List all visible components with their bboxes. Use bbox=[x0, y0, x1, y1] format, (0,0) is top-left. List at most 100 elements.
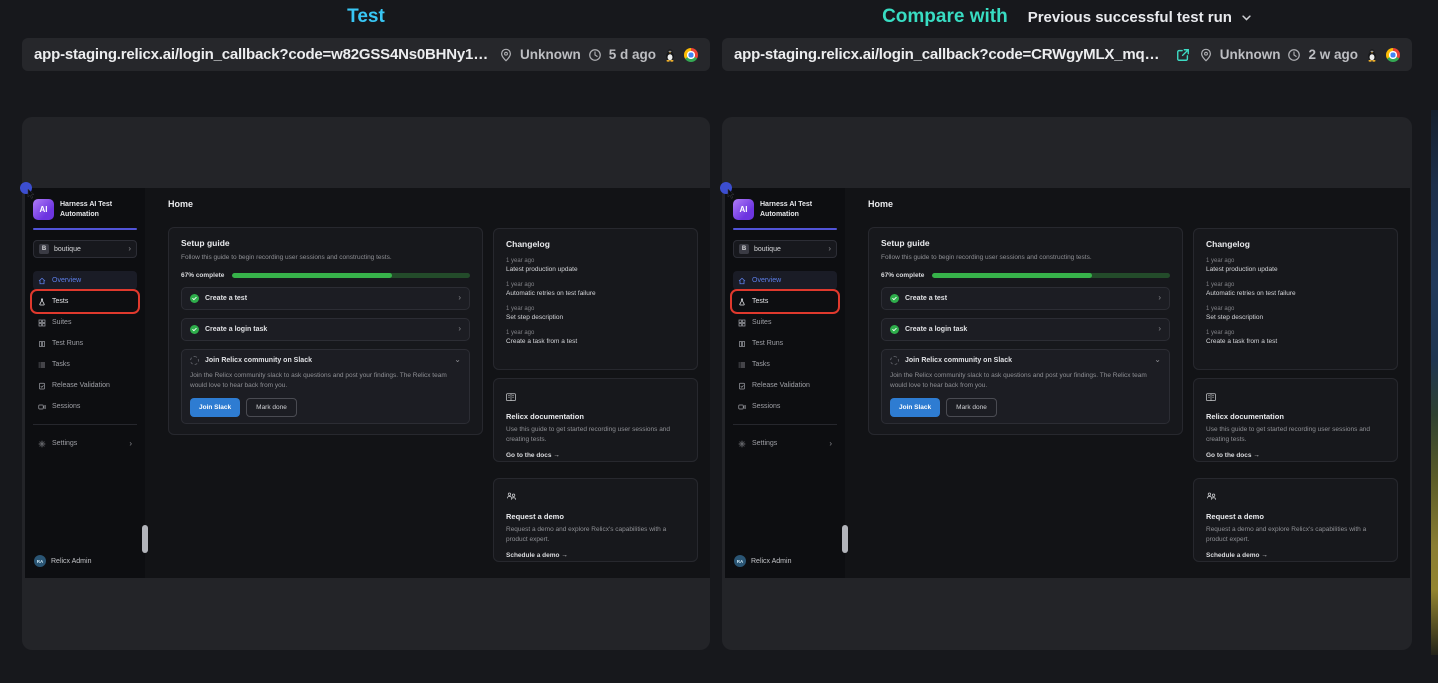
go-to-docs-link[interactable]: Go to the docs → bbox=[506, 452, 685, 459]
right-url-bar: app-staging.relicx.ai/login_callback?cod… bbox=[722, 38, 1412, 71]
sidebar-item-sessions[interactable]: Sessions bbox=[733, 397, 837, 416]
chevron-down-icon bbox=[1241, 12, 1252, 23]
clock-icon bbox=[1287, 48, 1301, 62]
task-create-a-login-task[interactable]: Create a login task › bbox=[181, 318, 470, 341]
sidebar-item-tasks[interactable]: Tasks bbox=[733, 355, 837, 374]
columns-icon bbox=[38, 340, 46, 348]
sidebar-item-settings[interactable]: Settings › bbox=[733, 434, 837, 453]
sidebar-nav: Overview Tests Suites Test Runs Tasks Re… bbox=[733, 271, 837, 453]
sidebar-item-tests[interactable]: Tests bbox=[733, 292, 837, 311]
sidebar-nav: Overview Tests Suites Test Runs Tasks Re… bbox=[33, 271, 137, 453]
task-join-slack[interactable]: Join Relicx community on Slack ⌄ Join th… bbox=[881, 349, 1170, 425]
sidebar-item-tests[interactable]: Tests bbox=[33, 292, 137, 311]
project-selector[interactable]: B boutique › bbox=[733, 240, 837, 258]
sidebar-item-tasks[interactable]: Tasks bbox=[33, 355, 137, 374]
mark-done-button[interactable]: Mark done bbox=[946, 398, 997, 417]
chevron-right-icon: › bbox=[129, 440, 132, 448]
flask-icon bbox=[38, 298, 46, 306]
progress-bar bbox=[932, 273, 1170, 278]
documentation-card: Relicx documentation Use this guide to g… bbox=[1193, 378, 1398, 462]
app-brand-name: Harness AI Test Automation bbox=[760, 199, 837, 220]
progress-bar bbox=[232, 273, 470, 278]
progress-label: 67% complete bbox=[881, 272, 924, 279]
current-run-screenshot-card: AI Harness AI Test Automation B boutique… bbox=[22, 117, 710, 650]
columns-icon bbox=[738, 340, 746, 348]
sidebar-item-suites[interactable]: Suites bbox=[733, 313, 837, 332]
task-join-slack[interactable]: Join Relicx community on Slack ⌄ Join th… bbox=[181, 349, 470, 425]
external-link-icon[interactable] bbox=[1176, 48, 1190, 62]
setup-guide-card: Setup guide Follow this guide to begin r… bbox=[168, 227, 483, 435]
sidebar-item-suites[interactable]: Suites bbox=[33, 313, 137, 332]
compare-run-screenshot-card: AI Harness AI Test Automation B boutique… bbox=[722, 117, 1412, 650]
chevron-right-icon: › bbox=[1158, 294, 1161, 302]
right-age-label: 2 w ago bbox=[1308, 47, 1358, 62]
setup-guide-description: Follow this guide to begin recording use… bbox=[181, 253, 470, 263]
app-main: Home Setup guide Follow this guide to be… bbox=[845, 188, 1410, 578]
chevron-down-icon: ⌄ bbox=[1154, 356, 1161, 364]
sidebar-item-release-validation[interactable]: Release Validation bbox=[33, 376, 137, 395]
pending-circle-icon bbox=[190, 356, 199, 365]
join-slack-button[interactable]: Join Slack bbox=[190, 398, 240, 417]
left-url: app-staging.relicx.ai/login_callback?cod… bbox=[34, 46, 490, 63]
schedule-demo-link[interactable]: Schedule a demo → bbox=[506, 552, 685, 559]
chevron-right-icon: › bbox=[458, 325, 461, 333]
mark-done-button[interactable]: Mark done bbox=[246, 398, 297, 417]
schedule-demo-link[interactable]: Schedule a demo → bbox=[1206, 552, 1385, 559]
sidebar-item-release-validation[interactable]: Release Validation bbox=[733, 376, 837, 395]
chevron-right-icon: › bbox=[458, 294, 461, 302]
setup-progress: 67% complete bbox=[881, 272, 1170, 279]
user-menu[interactable]: RA Relicx Admin bbox=[734, 555, 791, 567]
left-url-meta: Unknown 5 d ago bbox=[499, 47, 698, 62]
people-icon bbox=[506, 492, 517, 502]
changelog-card: Changelog 1 year ago Latest production u… bbox=[1193, 228, 1398, 370]
changelog-entry: 1 year ago Create a task from a test bbox=[1206, 330, 1385, 345]
right-url-meta: Unknown 2 w ago bbox=[1199, 47, 1400, 62]
grid-icon bbox=[738, 319, 746, 327]
chevron-down-icon: ⌄ bbox=[454, 356, 461, 364]
demo-description: Request a demo and explore Relicx's capa… bbox=[1206, 525, 1385, 545]
join-slack-button[interactable]: Join Slack bbox=[890, 398, 940, 417]
changelog-entry: 1 year ago Set step description bbox=[1206, 306, 1385, 321]
sidebar-collapse-handle[interactable] bbox=[842, 525, 848, 553]
chevron-right-icon: › bbox=[128, 245, 131, 253]
linux-tux-icon bbox=[1365, 48, 1379, 62]
sidebar-item-test-runs[interactable]: Test Runs bbox=[33, 334, 137, 353]
go-to-docs-link[interactable]: Go to the docs → bbox=[1206, 452, 1385, 459]
sidebar-item-overview[interactable]: Overview bbox=[33, 271, 137, 290]
book-icon bbox=[1206, 393, 1216, 402]
sidebar-item-settings[interactable]: Settings › bbox=[33, 434, 137, 453]
video-icon bbox=[38, 403, 46, 411]
task-create-a-test[interactable]: Create a test › bbox=[881, 287, 1170, 310]
sidebar-collapse-handle[interactable] bbox=[142, 525, 148, 553]
task-create-a-test[interactable]: Create a test › bbox=[181, 287, 470, 310]
gear-icon bbox=[38, 440, 46, 448]
sidebar-item-overview[interactable]: Overview bbox=[733, 271, 837, 290]
project-badge: B bbox=[739, 244, 749, 254]
sidebar-separator bbox=[33, 424, 137, 425]
project-badge: B bbox=[39, 244, 49, 254]
compare-run-dropdown[interactable]: Previous successful test run bbox=[1028, 9, 1252, 26]
sidebar-item-test-runs[interactable]: Test Runs bbox=[733, 334, 837, 353]
request-demo-card: Request a demo Request a demo and explor… bbox=[1193, 478, 1398, 562]
project-name: boutique bbox=[754, 246, 781, 253]
setup-guide-title: Setup guide bbox=[881, 238, 1170, 248]
chevron-right-icon: › bbox=[828, 245, 831, 253]
compare-run-dropdown-value: Previous successful test run bbox=[1028, 9, 1232, 26]
mouse-cursor-icon bbox=[727, 189, 736, 199]
check-circle-icon bbox=[190, 294, 199, 303]
sidebar-item-sessions[interactable]: Sessions bbox=[33, 397, 137, 416]
docs-description: Use this guide to get started recording … bbox=[1206, 425, 1385, 445]
setup-guide-title: Setup guide bbox=[181, 238, 470, 248]
user-menu[interactable]: RA Relicx Admin bbox=[34, 555, 91, 567]
demo-title: Request a demo bbox=[1206, 512, 1385, 521]
task-create-a-login-task[interactable]: Create a login task › bbox=[881, 318, 1170, 341]
grid-icon bbox=[38, 319, 46, 327]
changelog-entry: 1 year ago Create a task from a test bbox=[506, 330, 685, 345]
changelog-card: Changelog 1 year ago Latest production u… bbox=[493, 228, 698, 370]
project-selector[interactable]: B boutique › bbox=[33, 240, 137, 258]
progress-label: 67% complete bbox=[181, 272, 224, 279]
check-circle-icon bbox=[190, 325, 199, 334]
user-avatar: RA bbox=[34, 555, 46, 567]
left-url-bar: app-staging.relicx.ai/login_callback?cod… bbox=[22, 38, 710, 71]
right-url: app-staging.relicx.ai/login_callback?cod… bbox=[734, 46, 1167, 63]
